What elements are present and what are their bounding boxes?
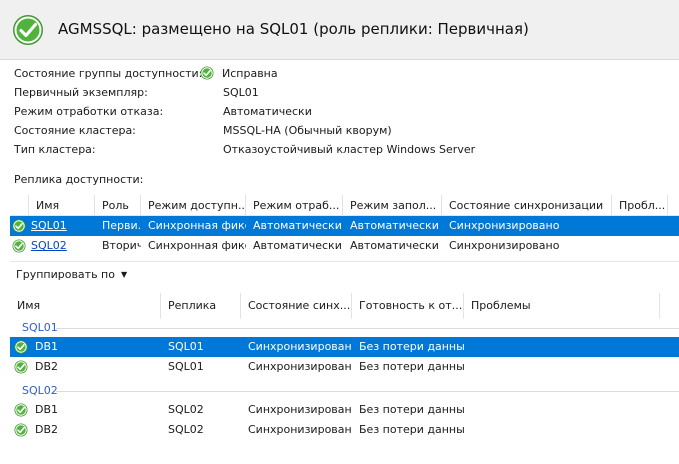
replica-issues (612, 216, 668, 236)
property-value: Автоматически (223, 105, 312, 118)
database-row[interactable]: DB1 SQL01 Синхронизировано Без потери да… (10, 337, 679, 357)
replica-row-sql02[interactable]: SQL02 Вторич... Синхронная фикс... Автом… (10, 236, 679, 256)
property-value: MSSQL-HA (Обычный кворум) (223, 124, 392, 137)
replica-name-link[interactable]: SQL02 (31, 239, 67, 252)
property-cluster-type: Тип кластера: Отказоустойчивый кластер W… (14, 140, 674, 159)
group-header-sql01[interactable]: SQL01 (10, 319, 679, 337)
databases-grid: Имя Реплика Состояние синх... Готовность… (10, 293, 679, 440)
database-failover-readiness: Без потери данных (359, 360, 464, 373)
databases-grid-header: Имя Реплика Состояние синх... Готовность… (10, 293, 679, 319)
database-name: DB2 (35, 360, 59, 373)
replica-role: Перви... (102, 219, 141, 232)
database-row[interactable]: DB1 SQL02 Синхронизировано Без потери да… (10, 400, 679, 420)
database-failover-readiness: Без потери данных (359, 403, 464, 416)
column-header-issues[interactable]: Проблемы (464, 293, 660, 319)
property-label: Первичный экземпляр: (14, 86, 148, 99)
database-failover-readiness: Без потери данных (359, 340, 464, 353)
replica-name-link[interactable]: SQL01 (31, 219, 67, 232)
property-cluster-state: Состояние кластера: MSSQL-HA (Обычный кв… (14, 121, 674, 140)
dashboard-header: AGMSSQL: размещено на SQL01 (роль реплик… (0, 0, 679, 60)
database-sync-state: Синхронизировано (248, 360, 352, 373)
property-label: Состояние кластера: (14, 124, 136, 137)
column-header-failover-mode[interactable]: Режим отраб... (246, 195, 343, 216)
group-name: SQL02 (22, 384, 58, 397)
replica-availability-mode: Синхронная фикс... (148, 219, 246, 232)
column-header-replica[interactable]: Реплика (161, 293, 241, 319)
database-name: DB1 (35, 340, 59, 353)
page-title: AGMSSQL: размещено на SQL01 (роль реплик… (58, 20, 529, 38)
replica-sync-state: Синхронизировано (449, 239, 560, 252)
column-header-issues[interactable]: Пробл... (612, 195, 668, 216)
replica-failover-mode: Автоматически (253, 239, 342, 252)
property-failover-mode: Режим отработки отказа: Автоматически (14, 102, 674, 121)
group-divider (56, 328, 679, 329)
replica-row-sql01[interactable]: SQL01 Перви... Синхронная фикс... Автома… (10, 216, 679, 236)
database-replica: SQL01 (168, 360, 204, 373)
column-header-name[interactable]: Имя (29, 195, 95, 216)
group-divider (56, 391, 679, 392)
column-header-sync-state[interactable]: Состояние синхронизации (442, 195, 612, 216)
replica-seeding-mode: Автоматически (350, 219, 439, 232)
property-ag-state: Состояние группы доступности: Исправна (14, 64, 674, 83)
column-header-role[interactable]: Роль (95, 195, 141, 216)
database-failover-readiness: Без потери данных (359, 423, 464, 436)
check-circle-icon (14, 403, 28, 417)
database-replica: SQL01 (168, 340, 204, 353)
replica-sync-state: Синхронизировано (449, 219, 560, 232)
database-issues (464, 337, 660, 357)
database-sync-state: Синхронизировано (248, 403, 352, 416)
property-label: Состояние группы доступности: (14, 67, 203, 80)
property-primary-instance: Первичный экземпляр: SQL01 (14, 83, 674, 102)
database-issues (464, 400, 660, 420)
replica-failover-mode: Автоматически (253, 219, 342, 232)
healthy-check-icon (13, 15, 43, 45)
section-divider (10, 261, 679, 262)
database-replica: SQL02 (168, 403, 204, 416)
column-header-blank (10, 195, 29, 216)
property-value: SQL01 (223, 86, 259, 99)
database-name: DB2 (35, 423, 59, 436)
column-header-seeding-mode[interactable]: Режим запол... (343, 195, 442, 216)
check-circle-icon (14, 340, 28, 354)
group-by-label: Группировать по (16, 268, 115, 281)
chevron-down-icon: ▼ (120, 270, 128, 279)
database-sync-state: Синхронизировано (248, 340, 352, 353)
database-row[interactable]: DB2 SQL02 Синхронизировано Без потери да… (10, 420, 679, 440)
column-header-sync-state[interactable]: Состояние синх... (241, 293, 352, 319)
database-issues (464, 357, 660, 377)
group-name: SQL01 (22, 321, 58, 334)
property-value: Отказоустойчивый кластер Windows Server (223, 143, 476, 156)
replicas-grid: Имя Роль Режим доступн... Режим отраб...… (10, 195, 679, 256)
database-name: DB1 (35, 403, 59, 416)
database-issues (464, 420, 660, 440)
replica-issues (612, 236, 668, 256)
replica-availability-mode: Синхронная фикс... (148, 239, 246, 252)
database-row[interactable]: DB2 SQL01 Синхронизировано Без потери да… (10, 357, 679, 377)
column-header-availability-mode[interactable]: Режим доступн... (141, 195, 246, 216)
property-value: Исправна (222, 67, 278, 80)
property-label: Режим отработки отказа: (14, 105, 164, 118)
database-replica: SQL02 (168, 423, 204, 436)
check-circle-icon (14, 423, 28, 437)
column-header-failover-readiness[interactable]: Готовность к от... (352, 293, 464, 319)
replicas-section-label: Реплика доступности: (14, 173, 144, 186)
ag-properties: Состояние группы доступности: Исправна П… (14, 64, 674, 159)
check-circle-icon (200, 66, 214, 80)
group-by-dropdown[interactable]: Группировать по ▼ (16, 268, 127, 281)
replica-seeding-mode: Автоматически (350, 239, 439, 252)
database-sync-state: Синхронизировано (248, 423, 352, 436)
replica-role: Вторич... (102, 239, 141, 252)
replicas-grid-header: Имя Роль Режим доступн... Режим отраб...… (10, 195, 679, 216)
group-header-sql02[interactable]: SQL02 (10, 382, 679, 400)
check-circle-icon (14, 360, 28, 374)
column-header-name[interactable]: Имя (10, 293, 161, 319)
property-label: Тип кластера: (14, 143, 96, 156)
